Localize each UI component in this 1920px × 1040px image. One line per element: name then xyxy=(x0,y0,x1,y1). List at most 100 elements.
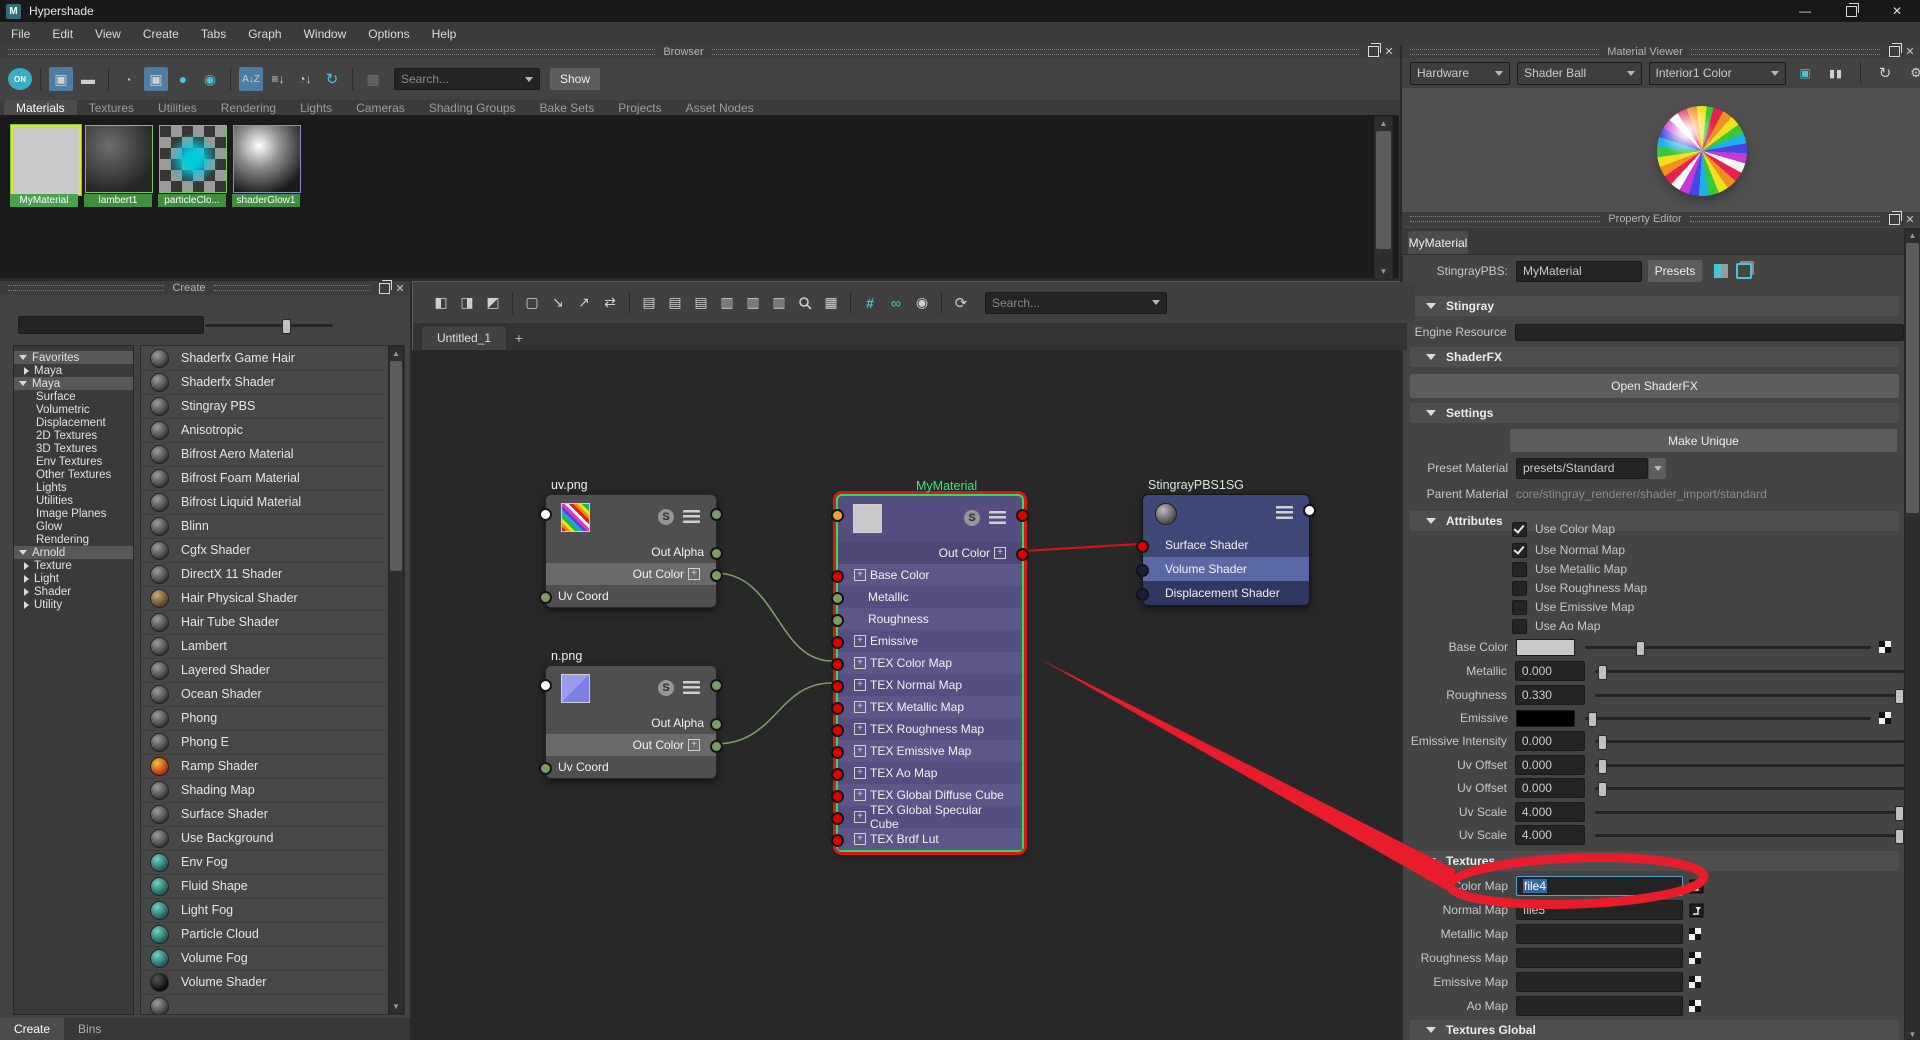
expand-plus-icon[interactable] xyxy=(854,811,866,823)
tab-cameras[interactable]: Cameras xyxy=(344,100,417,115)
align-top-icon[interactable]: ▥ xyxy=(715,291,739,315)
list-item-shaderfx-shader[interactable]: Shaderfx Shader xyxy=(141,370,404,395)
tab-textures[interactable]: Textures xyxy=(77,100,146,115)
scroll-up-icon[interactable]: ▲ xyxy=(1905,229,1920,242)
tree-item-arnold[interactable]: Arnold xyxy=(14,546,133,559)
sort-by-time-button[interactable]: ◔↓ xyxy=(293,67,317,91)
input-port[interactable] xyxy=(539,591,552,604)
slider-handle[interactable] xyxy=(1598,735,1607,750)
restore-button[interactable] xyxy=(1828,0,1874,22)
input-port[interactable] xyxy=(831,636,844,649)
uv-texture-thumbnail[interactable] xyxy=(561,503,590,532)
list-item-ramp-shader[interactable]: Ramp Shader xyxy=(141,754,404,779)
node-row-uv-coord[interactable]: Uv Coord xyxy=(546,756,716,778)
pe-tab-mymaterial[interactable]: MyMaterial xyxy=(1408,231,1468,254)
remove-from-graph-icon[interactable]: ◨ xyxy=(455,291,479,315)
refresh-render-icon[interactable]: ↻ xyxy=(1873,61,1897,85)
map-checker-icon[interactable] xyxy=(1689,1000,1701,1012)
expand-plus-icon[interactable] xyxy=(854,723,866,735)
node-uv-png[interactable]: uv.png S Out Alpha Out Color Uv Coord xyxy=(545,494,717,608)
section-textures-global[interactable]: Textures Global xyxy=(1410,1020,1899,1040)
node-row-tex-color-map[interactable]: TEX Color Map xyxy=(838,652,1022,674)
metallic-map-input[interactable] xyxy=(1516,924,1683,944)
uv-offset-u-input[interactable]: 0.000 xyxy=(1515,755,1585,775)
chevron-down-icon[interactable] xyxy=(1152,300,1160,305)
slider-handle[interactable] xyxy=(1598,782,1607,797)
browser-search-input[interactable]: Search... xyxy=(394,68,540,90)
node-row-out-alpha[interactable]: Out Alpha xyxy=(546,712,716,734)
list-item-hair-tube-shader[interactable]: Hair Tube Shader xyxy=(141,610,404,635)
node-menu-icon[interactable] xyxy=(1276,506,1293,519)
small-swatch-button[interactable]: ▪ xyxy=(117,67,141,91)
output-port[interactable] xyxy=(710,547,723,560)
list-item-volume-fog[interactable]: Volume Fog xyxy=(141,946,404,971)
preset-dropdown-button[interactable] xyxy=(1649,458,1666,479)
section-shaderfx[interactable]: ShaderFX xyxy=(1410,347,1899,367)
menu-create[interactable]: Create xyxy=(132,27,190,41)
sort-alphabetical-button[interactable]: A↓Z xyxy=(239,67,263,91)
expand-plus-icon[interactable] xyxy=(688,739,700,751)
align-center-icon[interactable]: ▤ xyxy=(663,291,687,315)
chevron-down-icon[interactable] xyxy=(525,77,533,82)
base-color-slider[interactable] xyxy=(1585,646,1871,649)
tree-item-favorites[interactable]: Favorites xyxy=(14,351,133,364)
input-port[interactable] xyxy=(1136,564,1149,577)
graph-input-connections-icon[interactable]: ↘ xyxy=(546,291,570,315)
filter-on-button[interactable]: ON xyxy=(8,68,32,90)
presets-button[interactable]: Presets xyxy=(1648,260,1702,282)
list-item-anisotropic[interactable]: Anisotropic xyxy=(141,418,404,443)
swatch-label[interactable]: particleClo... xyxy=(158,194,226,207)
swatch-particlecloud[interactable] xyxy=(159,125,227,193)
align-middle-icon[interactable]: ▥ xyxy=(741,291,765,315)
list-item-fluid-shape[interactable]: Fluid Shape xyxy=(141,874,404,899)
node-row-tex-ao-map[interactable]: TEX Ao Map xyxy=(838,762,1022,784)
slider-handle[interactable] xyxy=(282,319,291,334)
list-item-bifrost-aero[interactable]: Bifrost Aero Material xyxy=(141,442,404,467)
close-panel-icon[interactable]: ✕ xyxy=(1904,213,1916,225)
list-item-lambert[interactable]: Lambert xyxy=(141,634,404,659)
list-view-button[interactable]: ▬ xyxy=(76,67,100,91)
checkbox-checked[interactable] xyxy=(1512,522,1527,537)
emissive-intensity-input[interactable]: 0.000 xyxy=(1515,731,1585,751)
section-settings[interactable]: Settings xyxy=(1410,403,1899,423)
menu-graph[interactable]: Graph xyxy=(237,27,292,41)
settings-gear-icon[interactable]: ⚙ xyxy=(1904,61,1920,85)
clear-graph-icon[interactable]: ◩ xyxy=(481,291,505,315)
engine-resource-field[interactable] xyxy=(1515,324,1904,341)
create-filter-input[interactable] xyxy=(18,316,204,334)
tree-item-surface[interactable]: Surface xyxy=(14,390,134,403)
background-toggle-button[interactable]: ▩ xyxy=(361,67,385,91)
scroll-thumb[interactable] xyxy=(390,361,402,571)
roughness-slider[interactable] xyxy=(1595,694,1904,697)
pause-render-icon[interactable]: ▮▮ xyxy=(1824,61,1848,85)
node-row-tex-normal-map[interactable]: TEX Normal Map xyxy=(838,674,1022,696)
tree-item-displacement[interactable]: Displacement xyxy=(14,416,134,429)
list-item-ocean-shader[interactable]: Ocean Shader xyxy=(141,682,404,707)
input-port[interactable] xyxy=(1136,540,1149,553)
snapshot-camera-icon[interactable]: ◉ xyxy=(910,291,934,315)
node-row-tex-global-specular-cube[interactable]: TEX Global Specular Cube xyxy=(838,806,1022,828)
checkbox-unchecked[interactable] xyxy=(1512,581,1527,596)
input-port[interactable] xyxy=(831,834,844,847)
swatch-mymaterial[interactable] xyxy=(11,125,81,195)
xlarge-swatch-button[interactable]: ◉ xyxy=(198,67,222,91)
snapshot-icon[interactable]: ▣ xyxy=(1793,61,1817,85)
grid-toggle-icon[interactable]: # xyxy=(858,291,882,315)
menu-help[interactable]: Help xyxy=(421,27,468,41)
list-item-shading-map[interactable]: Shading Map xyxy=(141,778,404,803)
uv-offset-v-input[interactable]: 0.000 xyxy=(1515,778,1585,798)
expand-plus-icon[interactable] xyxy=(854,767,866,779)
list-item-bifrost-foam[interactable]: Bifrost Foam Material xyxy=(141,466,404,491)
checkbox-unchecked[interactable] xyxy=(1512,619,1527,634)
expand-plus-icon[interactable] xyxy=(854,745,866,757)
node-row-emissive[interactable]: Emissive xyxy=(838,630,1022,652)
large-swatch-button[interactable]: ● xyxy=(171,67,195,91)
slider-handle[interactable] xyxy=(1895,689,1904,704)
output-port[interactable] xyxy=(710,508,723,521)
make-unique-button[interactable]: Make Unique xyxy=(1510,429,1897,452)
output-port[interactable] xyxy=(710,569,723,582)
tree-item-favorites-maya[interactable]: Maya xyxy=(14,364,133,377)
list-item-hair-physical-shader[interactable]: Hair Physical Shader xyxy=(141,586,404,611)
input-port[interactable] xyxy=(831,592,844,605)
preset-material-select[interactable]: presets/Standard xyxy=(1516,458,1648,479)
